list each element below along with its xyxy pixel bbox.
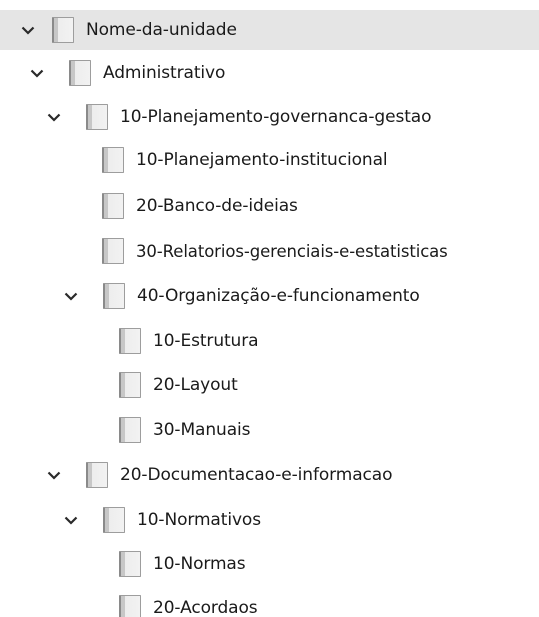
folder-icon [102,147,124,173]
tree-item-estrutura[interactable]: 10-Estrutura [0,321,539,361]
tree-item-label: 20-Documentacao-e-informacao [120,465,393,485]
tree-item-nome-da-unidade[interactable]: Nome-da-unidade [0,10,539,50]
tree-item-acordaos[interactable]: 20-Acordaos [0,588,539,617]
tree-item-organizacao-e-funcionamento[interactable]: 40-Organização-e-funcionamento [0,276,539,316]
tree-item-label: 30-Relatorios-gerenciais-e-estatisticas [136,241,448,261]
tree-item-label: 10-Planejamento-institucional [136,150,388,170]
tree-item-documentacao-e-informacao[interactable]: 20-Documentacao-e-informacao [0,455,539,495]
chevron-down-icon[interactable] [44,107,64,127]
folder-icon [119,595,141,617]
tree-item-administrativo[interactable]: Administrativo [0,53,539,93]
tree-item-label: 30-Manuais [153,420,251,440]
tree-item-relatorios-gerenciais-e-estatisticas[interactable]: 30-Relatorios-gerenciais-e-estatisticas [0,231,539,271]
tree-item-label: 10-Normativos [137,510,261,530]
folder-icon [52,17,74,43]
folder-icon [69,60,91,86]
tree-item-normativos[interactable]: 10-Normativos [0,500,539,540]
folder-icon [103,283,125,309]
folder-icon [102,238,124,264]
tree-item-label: Administrativo [103,63,226,83]
tree-item-label: 10-Estrutura [153,331,259,351]
folder-icon [119,551,141,577]
folder-icon [119,372,141,398]
folder-icon [102,193,124,219]
tree-item-normas[interactable]: 10-Normas [0,544,539,584]
folder-icon [86,104,108,130]
tree-item-banco-de-ideias[interactable]: 20-Banco-de-ideias [0,186,539,226]
tree-item-label: Nome-da-unidade [86,20,237,40]
tree-item-label: 20-Acordaos [153,598,258,617]
folder-icon [86,462,108,488]
tree-item-label: 20-Layout [153,375,238,395]
chevron-down-icon[interactable] [44,465,64,485]
tree-item-label: 20-Banco-de-ideias [136,196,298,216]
tree-item-label: 40-Organização-e-funcionamento [137,286,420,306]
tree-item-layout[interactable]: 20-Layout [0,365,539,405]
chevron-down-icon[interactable] [18,20,38,40]
tree-item-planejamento-governanca-gestao[interactable]: 10-Planejamento-governanca-gestao [0,97,539,137]
tree-item-manuais[interactable]: 30-Manuais [0,410,539,450]
chevron-down-icon[interactable] [61,510,81,530]
chevron-down-icon[interactable] [61,286,81,306]
folder-icon [119,417,141,443]
chevron-down-icon[interactable] [27,63,47,83]
folder-tree: Nome-da-unidade Administrativo 10-Planej… [0,0,539,617]
folder-icon [103,507,125,533]
folder-icon [119,328,141,354]
tree-item-planejamento-institucional[interactable]: 10-Planejamento-institucional [0,140,539,180]
tree-item-label: 10-Normas [153,554,246,574]
tree-item-label: 10-Planejamento-governanca-gestao [120,107,432,127]
